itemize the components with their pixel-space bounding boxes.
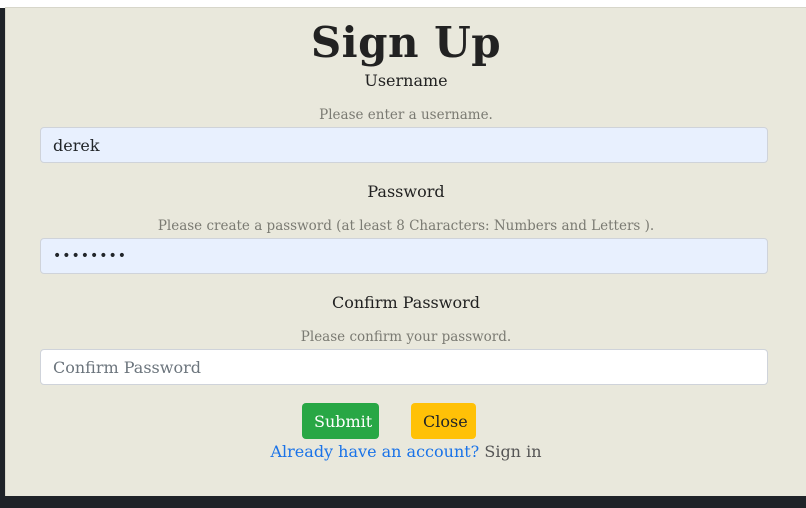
username-label: Username [364,71,448,90]
confirm-password-label: Confirm Password [332,293,480,312]
signup-modal: Sign Up Username Please enter a username… [6,8,806,496]
submit-button[interactable]: Submit [302,403,379,439]
top-bar [0,0,806,8]
signin-row: Already have an account? Sign in [6,442,806,461]
confirm-password-help: Please confirm your password. [300,329,512,345]
password-help: Please create a password (at least 8 Cha… [157,218,655,234]
already-have-account-link[interactable]: Already have an account? [270,442,479,461]
username-input[interactable] [40,127,768,163]
close-button[interactable]: Close [411,403,476,439]
password-input[interactable] [40,238,768,274]
confirm-password-input[interactable] [40,349,768,385]
page-title: Sign Up [310,18,502,67]
signin-text: Sign in [484,442,542,461]
password-label: Password [367,182,445,201]
bottom-bar [0,496,806,508]
username-help: Please enter a username. [319,107,493,123]
